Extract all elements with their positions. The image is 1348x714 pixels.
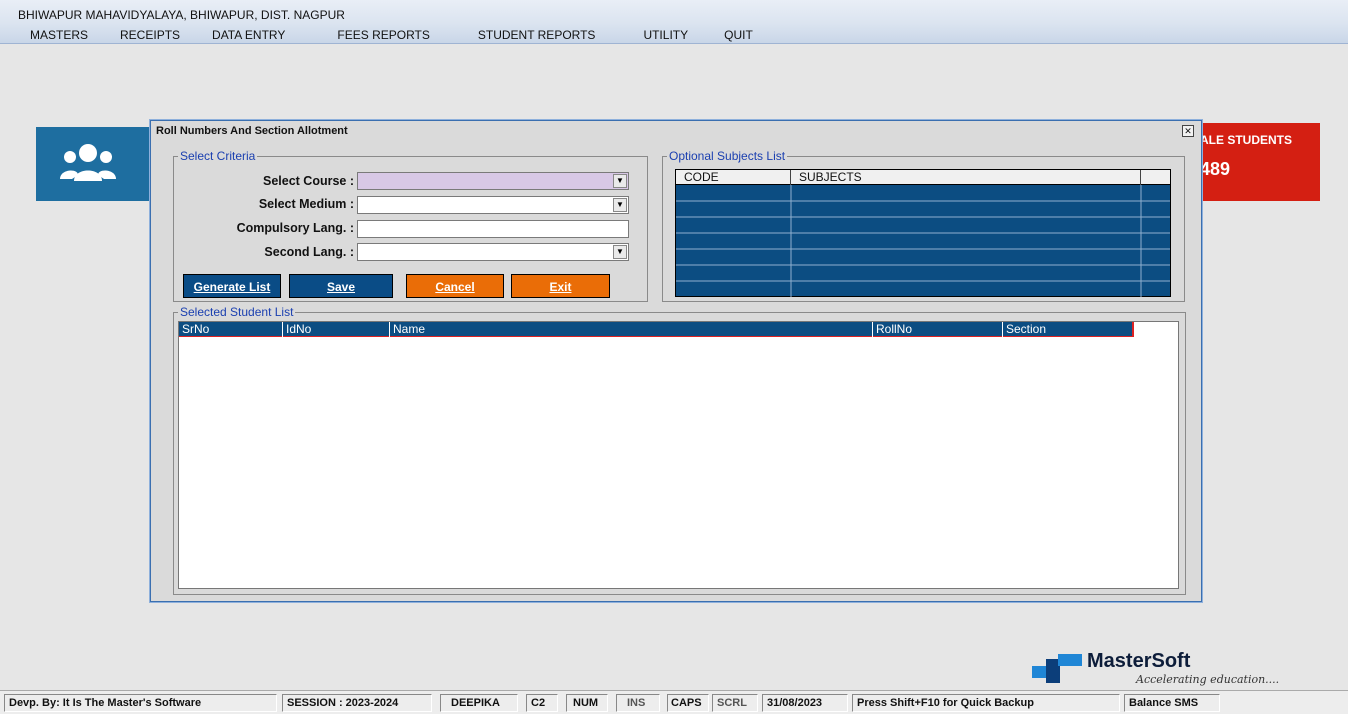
save-button[interactable]: Save: [289, 274, 393, 298]
column-header-subjects[interactable]: SUBJECTS: [791, 170, 1141, 185]
app-title: BHIWAPUR MAHAVIDYALAYA, BHIWAPUR, DIST. …: [18, 8, 345, 22]
column-header-rollno[interactable]: RollNo: [873, 322, 1003, 337]
chevron-down-icon[interactable]: ▼: [613, 245, 627, 259]
medium-select[interactable]: ▼: [357, 196, 629, 214]
female-students-tile: ALE STUDENTS 489: [1198, 123, 1320, 201]
title-bar: BHIWAPUR MAHAVIDYALAYA, BHIWAPUR, DIST. …: [0, 0, 1348, 44]
status-developer: Devp. By: It Is The Master's Software: [4, 694, 277, 712]
select-criteria-group: Select Criteria Select Course : ▼ Select…: [173, 149, 648, 302]
optional-subjects-grid[interactable]: CODE SUBJECTS: [675, 169, 1171, 297]
column-header-idno[interactable]: IdNo: [283, 322, 390, 337]
tile-title: ALE STUDENTS: [1200, 133, 1293, 147]
tile-count: 489: [1200, 159, 1231, 179]
exit-button[interactable]: Exit: [511, 274, 610, 298]
menu-utility[interactable]: UTILITY: [611, 27, 704, 43]
status-user: DEEPIKA: [440, 694, 518, 712]
compulsory-lang-field[interactable]: [357, 220, 629, 238]
menu-quit[interactable]: QUIT: [704, 27, 769, 43]
status-caps: CAPS: [667, 694, 709, 712]
second-lang-label: Second Lang. :: [264, 245, 354, 259]
course-label: Select Course :: [262, 174, 354, 188]
optional-grid-lines: [676, 185, 1170, 297]
column-header-srno[interactable]: SrNo: [179, 322, 283, 337]
menu-receipts[interactable]: RECEIPTS: [104, 27, 196, 43]
mastersoft-logo: MasterSoft Accelerating education....: [1030, 648, 1310, 694]
status-code: C2: [526, 694, 558, 712]
users-icon: [60, 144, 116, 181]
compulsory-lang-label: Compulsory Lang. :: [236, 221, 354, 235]
second-lang-select[interactable]: ▼: [357, 243, 629, 261]
generate-list-button[interactable]: Generate List: [183, 274, 281, 298]
column-header-code[interactable]: CODE: [676, 170, 791, 185]
menu-student-reports[interactable]: STUDENT REPORTS: [446, 27, 612, 43]
medium-label: Select Medium :: [258, 197, 354, 211]
status-bar: Devp. By: It Is The Master's Software SE…: [0, 690, 1348, 714]
student-list-grid[interactable]: SrNo IdNo Name RollNo Section: [178, 321, 1179, 589]
status-ins: INS: [616, 694, 660, 712]
cancel-button[interactable]: Cancel: [406, 274, 504, 298]
dialog-title: Roll Numbers And Section Allotment: [156, 125, 348, 137]
close-icon[interactable]: ✕: [1182, 125, 1194, 137]
column-header-name[interactable]: Name: [390, 322, 873, 337]
menu-masters[interactable]: MASTERS: [14, 27, 104, 43]
students-tile: [36, 127, 158, 201]
optional-legend: Optional Subjects List: [667, 149, 788, 163]
menu-data-entry[interactable]: DATA ENTRY: [196, 27, 301, 43]
logo-tagline: Accelerating education....: [1136, 673, 1280, 686]
chevron-down-icon[interactable]: ▼: [613, 174, 627, 188]
optional-grid-header: CODE SUBJECTS: [676, 170, 1170, 185]
chevron-down-icon[interactable]: ▼: [613, 198, 627, 212]
criteria-legend: Select Criteria: [178, 149, 258, 163]
optional-subjects-group: Optional Subjects List CODE SUBJECTS: [662, 149, 1185, 302]
status-session: SESSION : 2023-2024: [282, 694, 432, 712]
menu-fees-reports[interactable]: FEES REPORTS: [301, 27, 445, 43]
status-num: NUM: [566, 694, 608, 712]
logo-mark-icon: [1032, 654, 1082, 683]
status-date: 31/08/2023: [762, 694, 848, 712]
status-backup-hint: Press Shift+F10 for Quick Backup: [852, 694, 1120, 712]
student-grid-header: SrNo IdNo Name RollNo Section: [179, 322, 1134, 337]
status-sms[interactable]: Balance SMS: [1124, 694, 1220, 712]
course-select[interactable]: ▼: [357, 172, 629, 190]
column-header-section[interactable]: Section: [1003, 322, 1132, 337]
roll-number-dialog: Roll Numbers And Section Allotment ✕ Sel…: [150, 120, 1202, 602]
status-scrl: SCRL: [712, 694, 758, 712]
logo-name: MasterSoft: [1087, 650, 1191, 672]
students-legend: Selected Student List: [178, 305, 296, 319]
menu-bar: MASTERS RECEIPTS DATA ENTRY FEES REPORTS…: [14, 27, 769, 43]
selected-student-group: Selected Student List SrNo IdNo Name Rol…: [173, 305, 1186, 595]
